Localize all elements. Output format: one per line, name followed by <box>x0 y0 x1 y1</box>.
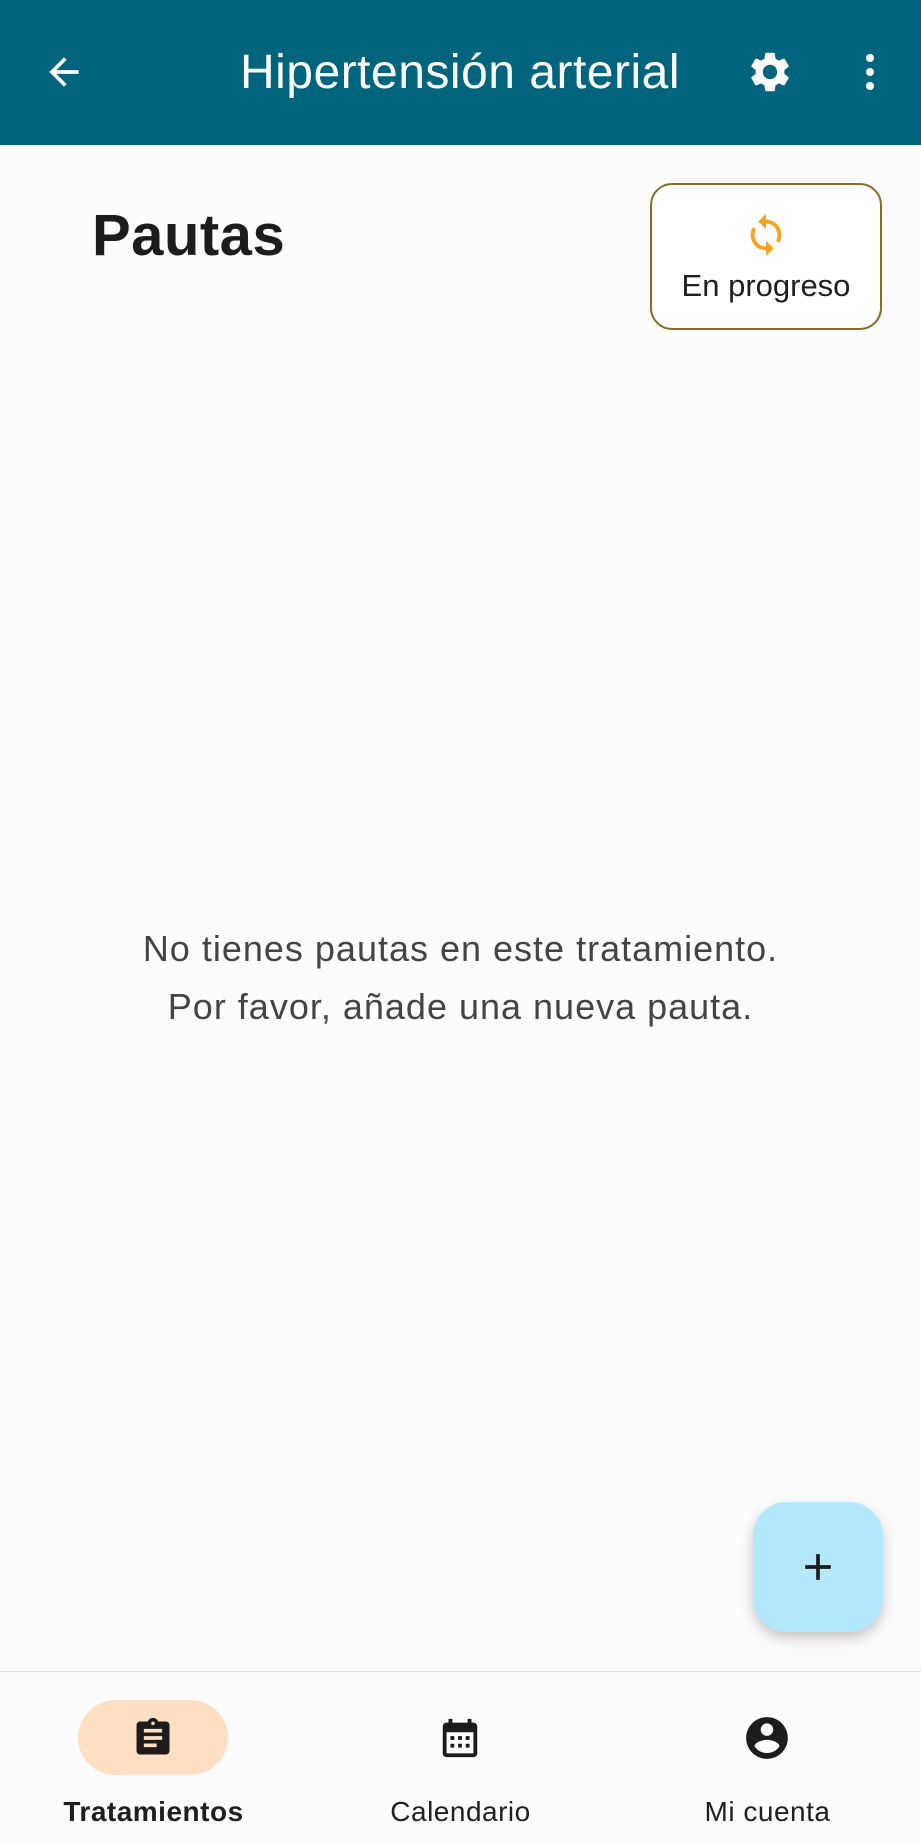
empty-state-line-2: Por favor, añade una nueva pauta. <box>167 986 754 1027</box>
empty-state-message: No tienes pautas en este tratamiento. Po… <box>0 920 921 1036</box>
nav-item-mi-cuenta[interactable]: Mi cuenta <box>614 1672 921 1844</box>
nav-item-tratamientos[interactable]: Tratamientos <box>0 1672 307 1844</box>
settings-button[interactable] <box>742 44 798 100</box>
empty-state-line-1: No tienes pautas en este tratamiento. <box>142 928 779 969</box>
nav-active-indicator <box>78 1700 228 1775</box>
add-pauta-button[interactable] <box>753 1502 883 1632</box>
plus-icon <box>805 1554 831 1580</box>
bottom-navigation: Tratamientos Calendario Mi cuenta <box>0 1671 921 1844</box>
nav-label-mi-cuenta: Mi cuenta <box>704 1796 831 1827</box>
more-options-button[interactable] <box>842 44 898 100</box>
page-title: Pautas <box>92 203 286 268</box>
calendar-icon <box>442 1718 478 1757</box>
more-vert-icon <box>866 54 874 90</box>
status-chip-label: En progreso <box>681 267 851 303</box>
gear-icon <box>751 52 789 92</box>
sync-icon <box>741 210 791 260</box>
arrow-left-icon <box>49 57 79 87</box>
app-title: Hipertensión arterial <box>239 46 681 99</box>
account-circle-icon <box>746 1716 788 1759</box>
status-chip-button[interactable]: En progreso <box>650 183 882 330</box>
clipboard-icon <box>136 1717 170 1754</box>
nav-item-calendario[interactable]: Calendario <box>307 1672 614 1844</box>
nav-label-tratamientos: Tratamientos <box>63 1796 244 1827</box>
back-button[interactable] <box>36 44 92 100</box>
nav-label-calendario: Calendario <box>390 1796 531 1827</box>
app-bar: Hipertensión arterial <box>0 0 921 145</box>
